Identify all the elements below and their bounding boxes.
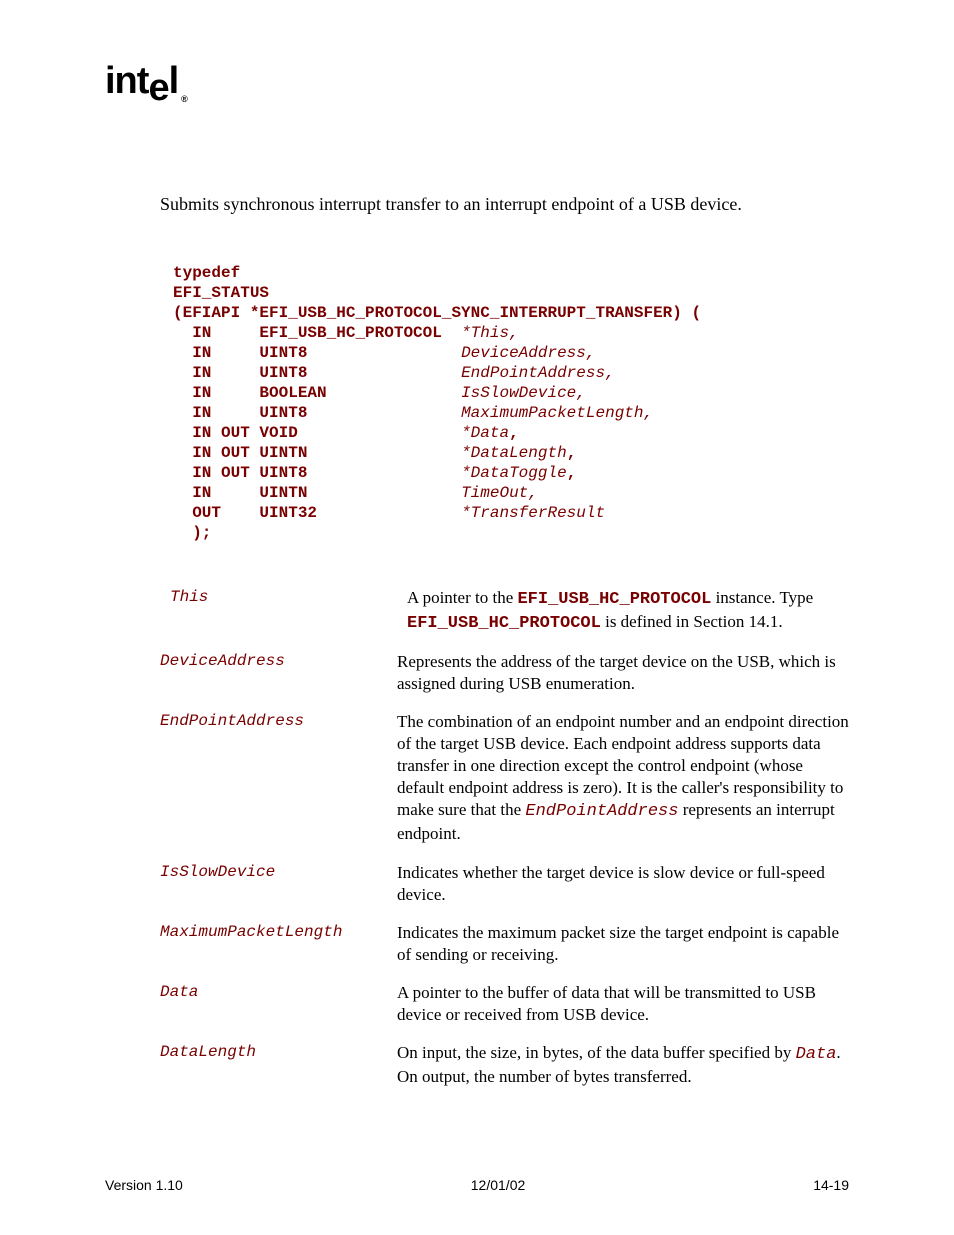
footer-page-number: 14-19 [813,1177,849,1193]
param-name: EndPointAddress [160,711,397,730]
page-footer: Version 1.10 12/01/02 14-19 [105,1177,849,1193]
footer-date: 12/01/02 [471,1177,526,1193]
param-desc: A pointer to the EFI_USB_HC_PROTOCOL ins… [407,587,849,635]
param-name: IsSlowDevice [160,862,397,881]
param-desc: Indicates whether the target device is s… [397,862,849,906]
param-name: DataLength [160,1042,397,1061]
param-desc: The combination of an endpoint number an… [397,711,849,846]
logo-tm: ® [181,94,187,104]
footer-version: Version 1.10 [105,1177,183,1193]
param-desc: On input, the size, in bytes, of the dat… [397,1042,849,1088]
param-row-datalength: DataLength On input, the size, in bytes,… [160,1042,849,1088]
param-name: DeviceAddress [160,651,397,670]
page: intel® Submits synchronous interrupt tra… [0,0,954,1235]
param-desc: A pointer to the buffer of data that wil… [397,982,849,1026]
param-desc: Represents the address of the target dev… [397,651,849,695]
param-desc: Indicates the maximum packet size the ta… [397,922,849,966]
param-row-deviceaddress: DeviceAddress Represents the address of … [160,651,849,695]
param-name: Data [160,982,397,1001]
prototype-code: typedef EFI_STATUS (EFIAPI *EFI_USB_HC_P… [173,263,849,543]
parameters-table: This A pointer to the EFI_USB_HC_PROTOCO… [160,587,849,1089]
summary-text: Submits synchronous interrupt transfer t… [160,194,849,215]
param-name: This [160,587,407,606]
param-row-data: Data A pointer to the buffer of data tha… [160,982,849,1026]
param-name: MaximumPacketLength [160,922,397,941]
intel-logo: intel® [105,60,849,104]
param-row-isslowdevice: IsSlowDevice Indicates whether the targe… [160,862,849,906]
param-row-maximumpacketlength: MaximumPacketLength Indicates the maximu… [160,922,849,966]
param-row-endpointaddress: EndPointAddress The combination of an en… [160,711,849,846]
param-row-this: This A pointer to the EFI_USB_HC_PROTOCO… [160,587,849,635]
